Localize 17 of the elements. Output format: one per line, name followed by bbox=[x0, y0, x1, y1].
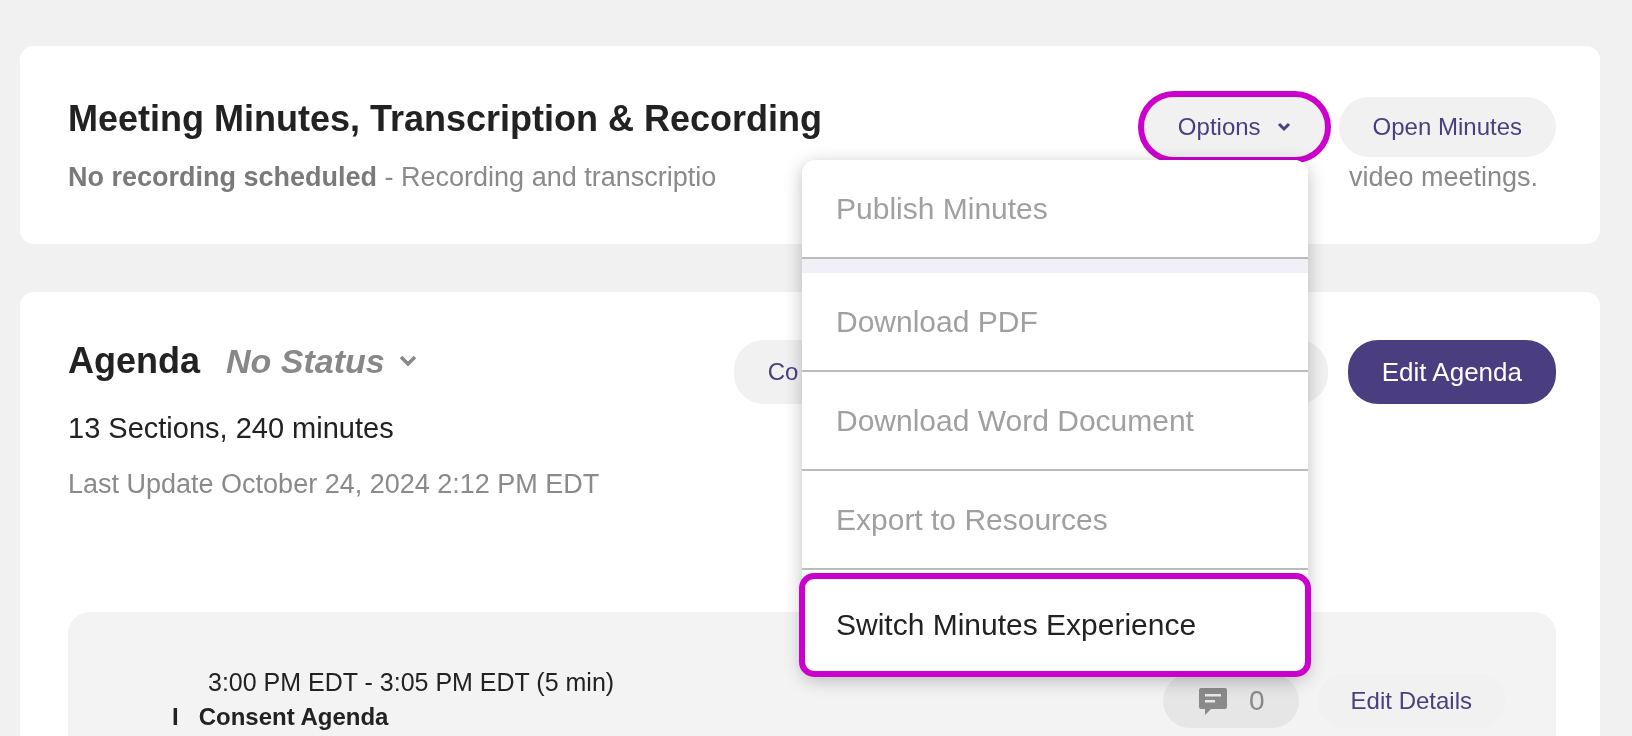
chevron-icon bbox=[1276, 122, 1291, 132]
recording-status-tail: video meetings. bbox=[1348, 162, 1538, 193]
comment-icon bbox=[1197, 685, 1230, 717]
status-dropdown[interactable]: No Status bbox=[226, 341, 417, 381]
item-time: 3:00 PM EDT - 3:05 PM EDT (5 min) bbox=[208, 668, 615, 697]
recording-status: No recording scheduled - Recording and transcriptio bbox=[68, 162, 717, 193]
edit-agenda-button[interactable]: Edit Agenda bbox=[1347, 340, 1556, 404]
comments-button[interactable]: 0 bbox=[1163, 674, 1299, 728]
agenda-title: Agenda bbox=[68, 340, 200, 382]
item-number: I bbox=[172, 703, 179, 731]
agenda-summary: 13 Sections, 240 minutes bbox=[68, 412, 395, 445]
chevron-icon bbox=[398, 355, 417, 367]
item-title: Consent Agenda bbox=[198, 703, 389, 731]
last-update: Last Update October 24, 2024 2:12 PM EDT bbox=[68, 469, 600, 500]
menu-item[interactable]: Switch Minutes Experience bbox=[802, 576, 1308, 674]
open-minutes-button[interactable]: Open Minutes bbox=[1338, 97, 1556, 157]
card-title: Meeting Minutes, Transcription & Recording bbox=[68, 98, 823, 140]
